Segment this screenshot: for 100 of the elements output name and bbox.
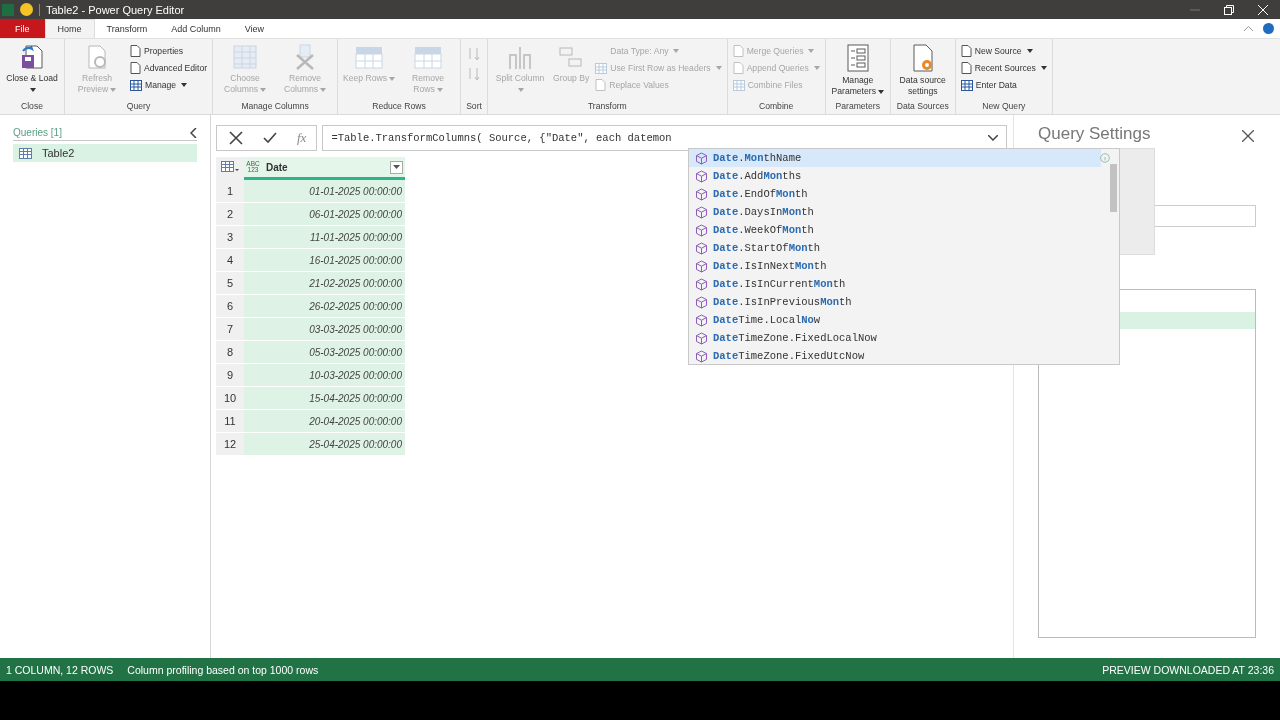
caret-icon — [673, 49, 680, 53]
ribbon-button[interactable]: New Source — [958, 44, 1049, 58]
table-cell: 26-02-2025 00:00:00 — [244, 294, 405, 318]
group-label: Close — [20, 101, 44, 113]
group-label: Parameters — [834, 101, 881, 113]
caret-icon — [518, 87, 524, 92]
query-item[interactable]: Table2 — [13, 144, 197, 162]
ribbon-button[interactable]: Recent Sources — [958, 61, 1049, 75]
ribbon-button[interactable]: Close & Load — [3, 41, 61, 101]
row-number: 9 — [216, 363, 244, 387]
column-header: Date — [266, 161, 289, 173]
document-icon — [130, 45, 141, 57]
filter-button[interactable] — [390, 160, 403, 174]
suggestion-item[interactable]: DateTimeZone.FixedUtcNow — [689, 347, 1101, 364]
emoji-icon[interactable] — [20, 3, 33, 16]
insert-function-button[interactable]: fx — [297, 130, 307, 146]
table-cell: 10-03-2025 00:00:00 — [244, 363, 405, 387]
table-icon — [732, 79, 745, 91]
group-label: Combine — [757, 101, 795, 113]
table-cell: 20-04-2025 00:00:00 — [244, 409, 405, 433]
table-cell: 01-01-2025 00:00:00 — [244, 178, 405, 203]
ribbon-button[interactable]: Manage — [128, 78, 210, 92]
caret-icon — [389, 76, 395, 81]
suggestion-item[interactable]: Date.AddMonths — [689, 167, 1101, 185]
document-icon — [130, 62, 141, 74]
help-icon[interactable] — [1263, 23, 1274, 34]
row-number: 10 — [216, 386, 244, 410]
table-icon — [19, 147, 32, 159]
row-number: 5 — [216, 271, 244, 295]
collapse-ribbon-icon[interactable] — [1244, 26, 1253, 31]
queries-header: Queries [1] — [13, 127, 62, 138]
group-label: Transform — [586, 101, 628, 113]
ribbon-tab[interactable]: Add Column — [159, 19, 233, 38]
scrollbar-thumb[interactable] — [1110, 164, 1117, 212]
table-cell: 05-03-2025 00:00:00 — [244, 340, 405, 364]
file-tab[interactable]: File — [0, 19, 45, 38]
ribbon-button[interactable]: Manage Parameters — [828, 41, 887, 101]
row-number: 11 — [216, 409, 244, 433]
suggestion-item[interactable]: Date.EndOfMonth — [689, 185, 1101, 203]
row-number: 6 — [216, 294, 244, 318]
caret-icon — [877, 89, 884, 94]
table-menu-icon[interactable] — [221, 160, 239, 172]
status-text: PREVIEW DOWNLOADED AT 23:36 — [1102, 663, 1274, 676]
table-icon — [130, 79, 142, 91]
table-icon — [231, 43, 260, 71]
caret-icon — [808, 49, 815, 53]
ribbon-tab[interactable]: Home — [44, 19, 95, 38]
suggestion-item[interactable]: Date.MonthName — [689, 149, 1101, 167]
suggestion-item[interactable]: DateTimeZone.FixedLocalNow — [689, 329, 1101, 347]
table-cell: 11-01-2025 00:00:00 — [244, 225, 405, 249]
document-icon — [960, 62, 972, 74]
ribbon-button[interactable]: Data source settings — [893, 41, 952, 101]
cube-icon — [695, 313, 708, 327]
suggestion-item[interactable]: Date.IsInNextMonth — [689, 257, 1101, 275]
cube-icon — [695, 277, 708, 291]
panel-title: Query Settings — [1038, 124, 1151, 144]
group-label: New Query — [981, 101, 1027, 113]
group-label: Sort — [465, 101, 483, 113]
caret-icon — [181, 83, 188, 87]
ribbon-tab[interactable]: Transform — [94, 19, 160, 38]
ribbon-button[interactable]: Enter Data — [958, 78, 1049, 92]
ribbon-tab[interactable]: View — [232, 19, 277, 38]
document-icon — [732, 45, 744, 57]
caret-icon — [1026, 49, 1033, 53]
table-cell: 25-04-2025 00:00:00 — [244, 432, 405, 456]
ribbon-button[interactable]: Properties — [128, 44, 210, 58]
cube-icon — [695, 259, 708, 273]
cancel-icon[interactable] — [229, 131, 243, 145]
caret-icon — [715, 66, 722, 70]
suggestion-item[interactable]: Date.WeekOfMonth — [689, 221, 1101, 239]
status-text: Column profiling based on top 1000 rows — [127, 663, 319, 676]
suggestion-item[interactable]: DateTime.LocalNow — [689, 311, 1101, 329]
row-number: 3 — [216, 225, 244, 249]
group-label: Manage Columns — [240, 101, 310, 113]
caret-icon — [260, 87, 266, 92]
suggestion-item[interactable]: Date.IsInPreviousMonth — [689, 293, 1101, 311]
caret-icon — [110, 87, 117, 92]
table-icon — [960, 79, 973, 91]
window-title: Table2 - Power Query Editor — [46, 3, 186, 16]
restore-icon[interactable] — [1224, 4, 1234, 15]
group-label: Reduce Rows — [371, 101, 427, 113]
suggestion-item[interactable]: Date.DaysInMonth — [689, 203, 1101, 221]
collapse-icon[interactable] — [190, 127, 197, 138]
caret-icon — [813, 66, 820, 70]
status-text: 1 COLUMN, 12 ROWS — [6, 663, 114, 676]
close-icon[interactable] — [1242, 130, 1254, 142]
cube-icon — [695, 331, 708, 345]
confirm-icon[interactable] — [263, 132, 277, 144]
document-icon — [595, 79, 607, 91]
cube-icon — [695, 205, 708, 219]
document-icon — [960, 45, 972, 57]
expand-icon[interactable] — [988, 135, 998, 141]
caret-icon — [393, 165, 400, 169]
caret-icon — [1040, 66, 1047, 70]
caret-icon — [320, 87, 326, 92]
group-label: Data Sources — [895, 101, 950, 113]
ribbon-button[interactable]: Advanced Editor — [128, 61, 210, 75]
suggestion-item[interactable]: Date.IsInCurrentMonth — [689, 275, 1101, 293]
caret-icon — [436, 87, 443, 92]
suggestion-item[interactable]: Date.StartOfMonth — [689, 239, 1101, 257]
